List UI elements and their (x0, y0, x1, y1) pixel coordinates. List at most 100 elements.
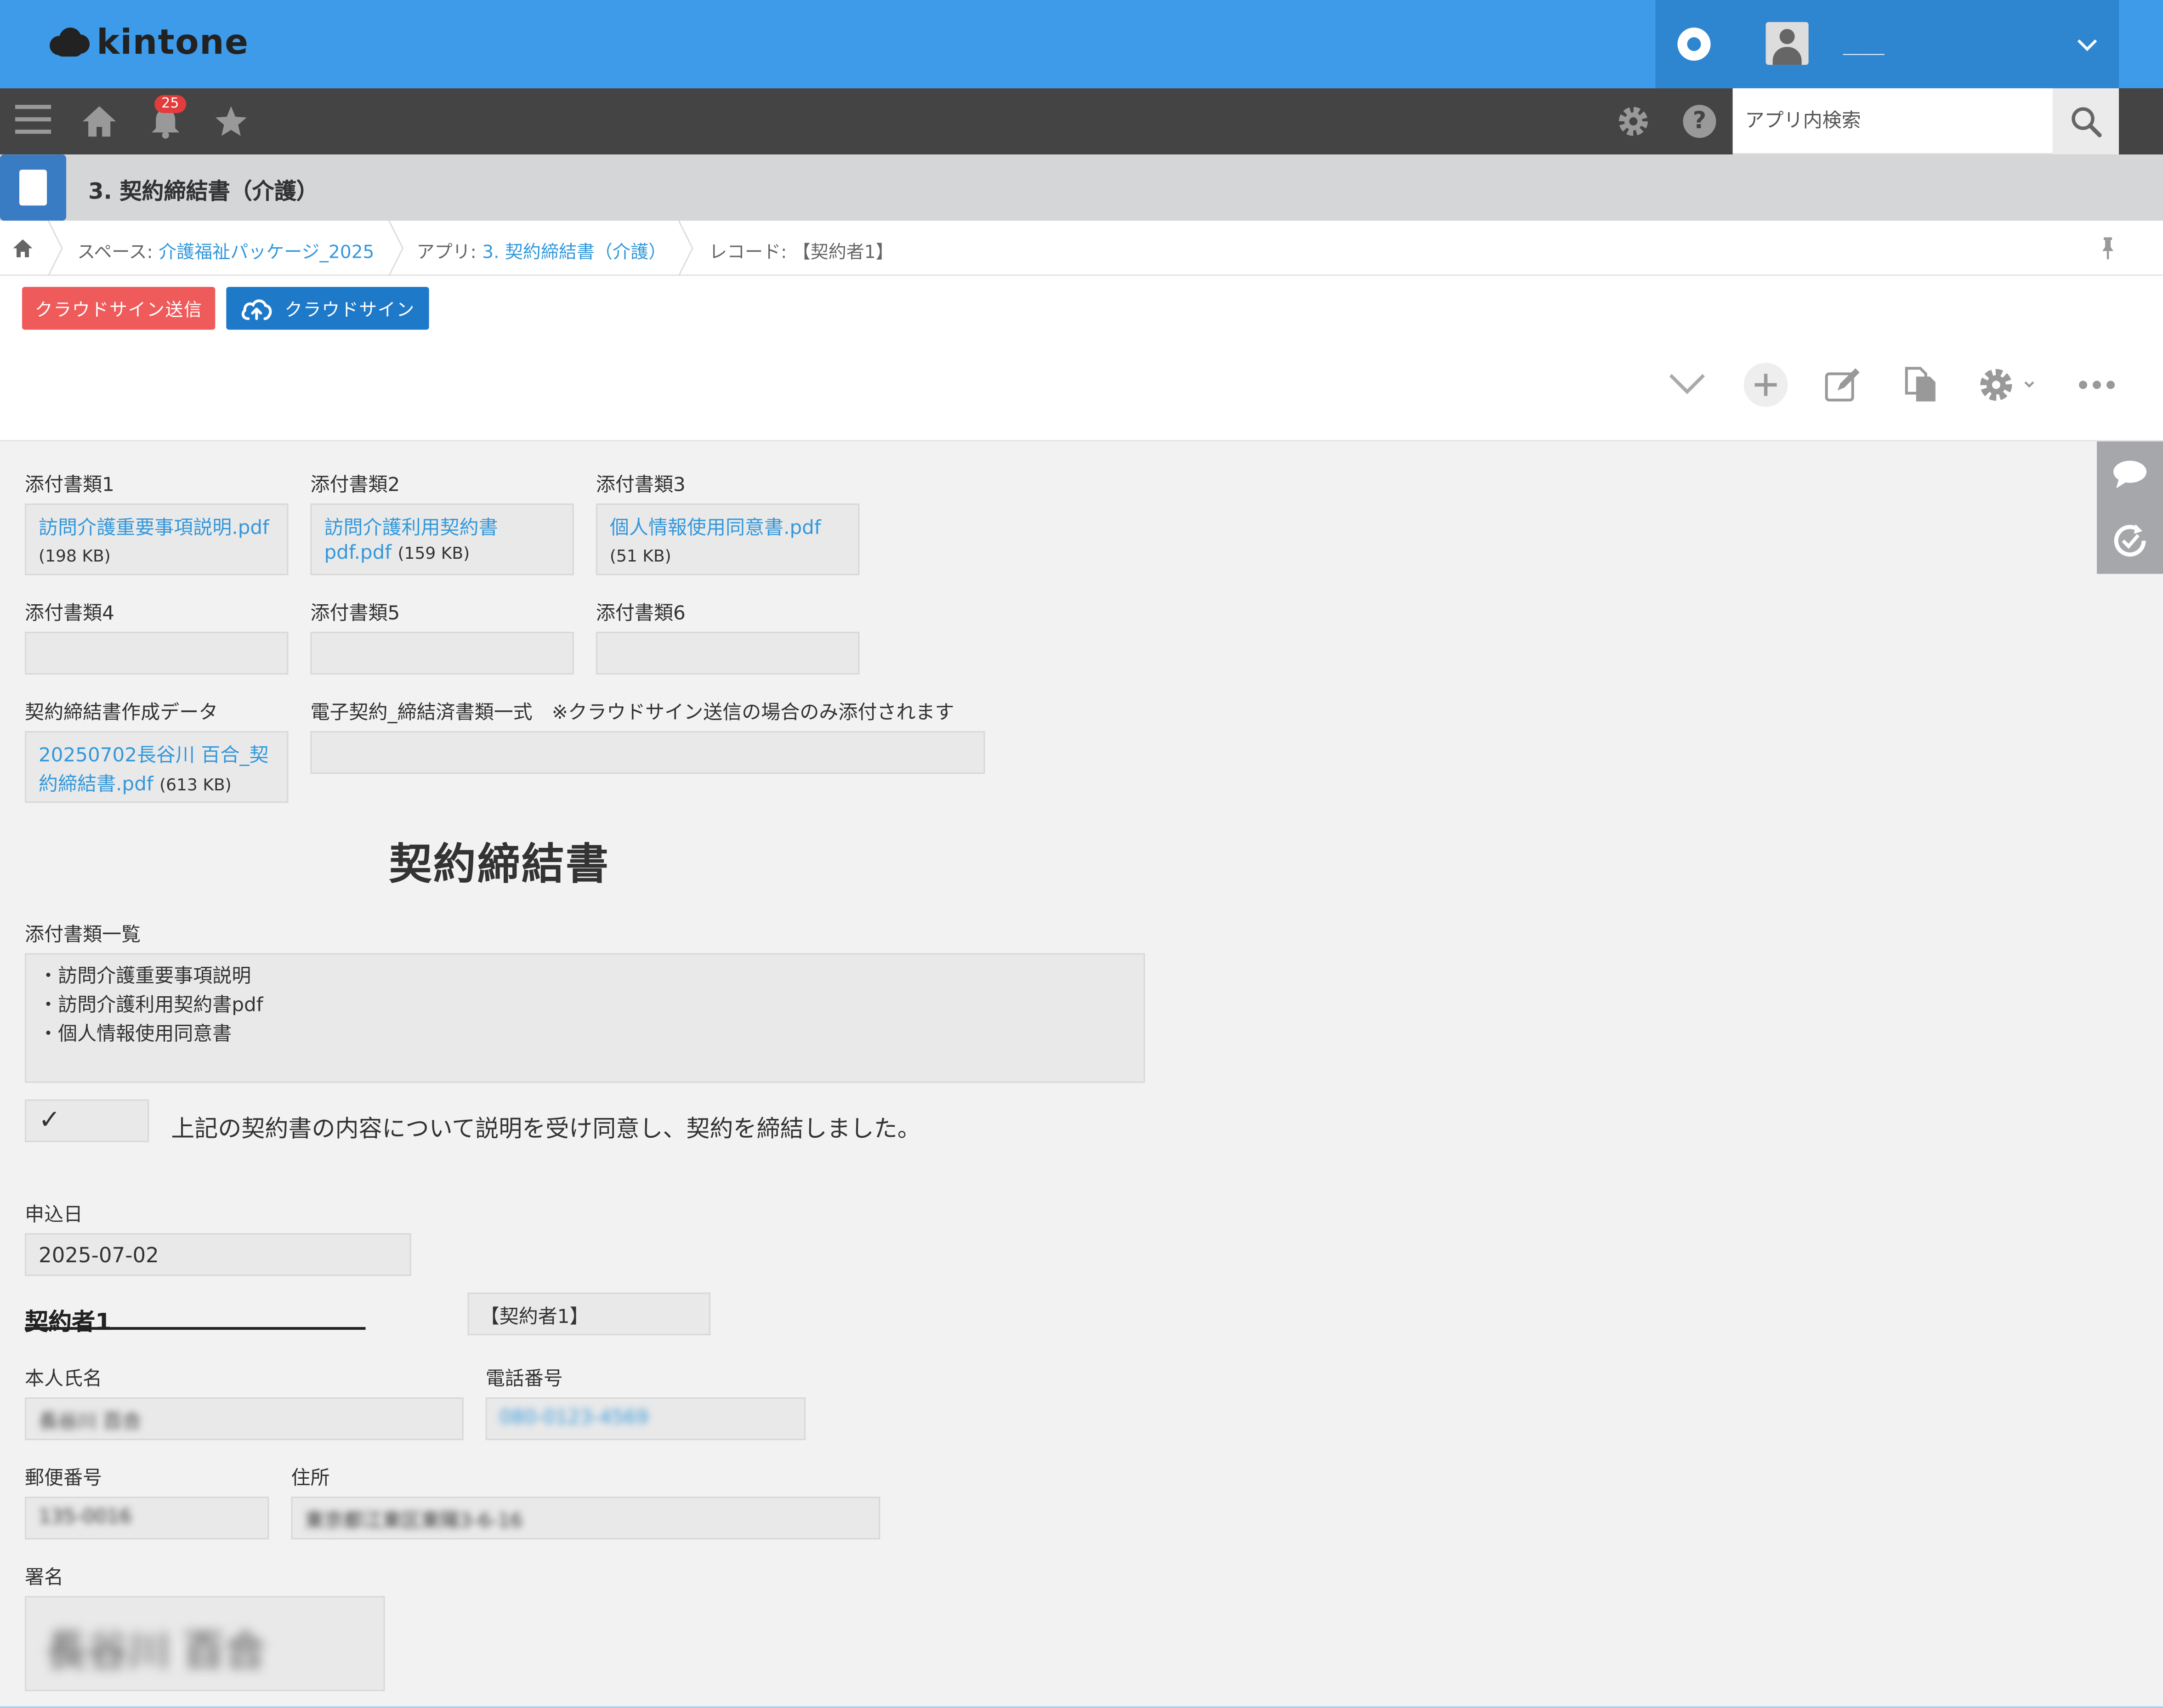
doc1-field: 訪問介護重要事項説明.pdf (198 KB) (25, 503, 289, 575)
app-search-input[interactable] (1732, 88, 2053, 153)
duplicate-icon[interactable] (1904, 366, 1940, 404)
document-icon (19, 170, 47, 206)
signature-label: 署名 (25, 1567, 64, 1589)
app-title[interactable]: 3. 契約締結書（介護） (88, 172, 318, 205)
home-icon[interactable] (81, 105, 117, 138)
doc1-file-link[interactable]: 訪問介護重要事項説明.pdf (39, 513, 269, 541)
breadcrumb-space-link[interactable]: 介護福祉パッケージ_2025 (159, 243, 374, 263)
app-title-bar (0, 154, 2163, 221)
doc-list-item: ・訪問介護重要事項説明 (39, 965, 251, 988)
doc1-file-size: (198 KB) (39, 546, 111, 566)
search-icon (2072, 107, 2102, 137)
chevron-down-icon (2077, 31, 2097, 51)
address-value: 東京都江東区東陽3-6-16 (305, 1510, 522, 1533)
more-options-icon[interactable] (2078, 377, 2116, 393)
doc-list-item: ・個人情報使用同意書 (39, 1023, 232, 1046)
app-search-box[interactable] (1732, 88, 2053, 155)
kintone-logo-icon (47, 24, 91, 60)
breadcrumb-home-icon[interactable] (12, 238, 33, 258)
econtract-label: 電子契約_締結済書類一式 ※クラウドサイン送信の場合のみ添付されます (310, 702, 954, 725)
doc-list-item: ・訪問介護利用契約書pdf (39, 994, 263, 1017)
avatar (1766, 22, 1809, 65)
doc2-file-size: (159 KB) (397, 543, 470, 563)
postal-label: 郵便番号 (25, 1468, 102, 1490)
phone-label: 電話番号 (485, 1368, 563, 1391)
doc-list-label: 添付書類一覧 (25, 924, 141, 947)
app-icon[interactable] (0, 154, 67, 221)
signature-image: 長谷川 百合 (45, 1628, 266, 1676)
page-bottom-edge (0, 1706, 2163, 1708)
created-data-file-size: (613 KB) (159, 775, 232, 795)
breadcrumb-app-prefix: アプリ: (416, 243, 483, 264)
application-date-value: 2025-07-02 (39, 1243, 159, 1268)
name-field: 長谷川 百合 (25, 1397, 464, 1441)
econtract-field (310, 731, 985, 774)
postal-value: 135-0016 (39, 1506, 132, 1529)
breadcrumb-record-prefix: レコード: (709, 243, 793, 264)
address-field: 東京都江東区東陽3-6-16 (291, 1497, 880, 1540)
doc6-label: 添付書類6 (596, 602, 686, 625)
doc5-label: 添付書類5 (310, 602, 400, 625)
doc2-label: 添付書類2 (310, 474, 400, 497)
cloudsign-send-button[interactable]: クラウドサイン送信 (22, 287, 216, 330)
toolbar-edge (2119, 88, 2163, 155)
chevron-down-icon[interactable] (1666, 370, 1708, 397)
breadcrumb-app[interactable]: アプリ: 3. 契約締結書（介護） (417, 237, 667, 263)
search-button[interactable] (2052, 88, 2119, 155)
doc3-field: 個人情報使用同意書.pdf (51 KB) (596, 503, 860, 575)
pin-icon[interactable] (2100, 237, 2116, 260)
doc3-file-link[interactable]: 個人情報使用同意書.pdf (610, 513, 821, 541)
phone-value[interactable]: 080-0123-4569 (500, 1407, 648, 1429)
name-value: 長谷川 百合 (39, 1411, 142, 1434)
contractor-section-title: 契約者1 (25, 1309, 112, 1337)
breadcrumb-app-link[interactable]: 3. 契約締結書（介護） (482, 243, 666, 263)
doc3-file-size: (51 KB) (609, 546, 671, 566)
notification-ring-icon (1677, 28, 1711, 61)
gear-icon[interactable] (1615, 103, 1651, 139)
postal-field: 135-0016 (25, 1497, 269, 1540)
agreement-checkbox[interactable]: ✓ (25, 1099, 149, 1142)
history-button[interactable] (2097, 508, 2163, 574)
doc5-field (310, 631, 574, 675)
comments-button[interactable] (2097, 442, 2163, 508)
created-data-file-link-line1[interactable]: 20250702長谷川 百合_契 (39, 741, 268, 768)
add-record-button[interactable] (1743, 363, 1788, 407)
breadcrumb-space[interactable]: スペース: 介護福祉パッケージ_2025 (77, 237, 374, 263)
cloud-upload-icon (242, 299, 273, 319)
created-data-field: 20250702長谷川 百合_契 約締結書.pdf (613 KB) (25, 731, 289, 803)
star-icon[interactable] (214, 105, 248, 138)
user-name: ＿＿ (1843, 33, 1885, 58)
phone-field: 080-0123-4569 (485, 1397, 806, 1441)
section-divider (25, 1327, 366, 1330)
help-icon[interactable]: ? (1683, 105, 1716, 138)
created-data-file-link-line2[interactable]: 約締結書.pdf (39, 774, 153, 796)
notification-center-button[interactable] (1655, 0, 1733, 89)
menu-icon[interactable] (15, 105, 51, 135)
cloudsign-button[interactable]: クラウドサイン (226, 287, 429, 330)
contract-heading: 契約締結書 (389, 840, 610, 890)
kintone-logo[interactable]: kintone (47, 22, 249, 62)
doc4-label: 添付書類4 (25, 602, 114, 625)
doc2-file-link-line2[interactable]: pdf.pdf (324, 542, 392, 564)
check-icon: ✓ (39, 1105, 61, 1135)
settings-icon[interactable] (1978, 366, 2039, 404)
breadcrumb-record-name: 【契約者1】 (792, 243, 894, 264)
comment-icon (2113, 460, 2147, 488)
doc2-file-link-line1[interactable]: 訪問介護利用契約書 (324, 513, 498, 541)
doc4-field (25, 631, 289, 675)
doc3-label: 添付書類3 (596, 474, 686, 497)
edit-icon[interactable] (1824, 366, 1862, 404)
cloudsign-button-label: クラウドサイン (284, 301, 415, 322)
history-icon (2114, 524, 2146, 557)
notification-count-badge: 25 (154, 95, 186, 113)
logo-text: kintone (97, 22, 249, 62)
doc6-field (596, 631, 860, 675)
signature-field: 長谷川 百合 (25, 1596, 385, 1691)
plus-icon (1754, 374, 1777, 396)
contractor-tag-value: 【契約者1】 (480, 1306, 589, 1328)
address-label: 住所 (291, 1468, 330, 1490)
user-menu[interactable]: ＿＿ (1732, 0, 2119, 89)
application-date-label: 申込日 (25, 1204, 83, 1226)
application-date-field: 2025-07-02 (25, 1233, 411, 1276)
name-label: 本人氏名 (25, 1368, 102, 1391)
